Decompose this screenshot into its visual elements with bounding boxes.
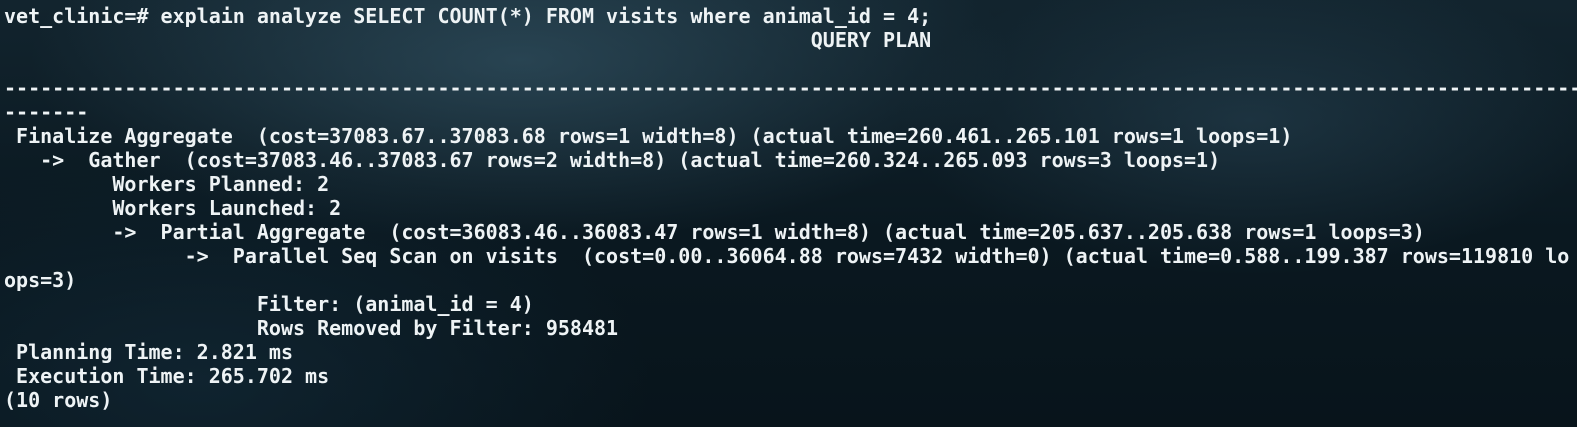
execution-time-line: Execution Time: 265.702 ms [4,364,330,388]
plan-line: ops=3) [4,268,77,292]
plan-line: Workers Planned: 2 [4,172,330,196]
separator-line: ----------------------------------------… [4,76,1577,100]
plan-line: -> Partial Aggregate (cost=36083.46..360… [4,220,1425,244]
plan-line: Rows Removed by Filter: 958481 [4,316,619,340]
plan-line: -> Parallel Seq Scan on visits (cost=0.0… [4,244,1570,268]
separator-line-wrap: ------- [4,100,89,124]
command-line: vet_clinic=# explain analyze SELECT COUN… [0,4,1577,28]
sql-command: explain analyze SELECT COUNT(*) FROM vis… [148,4,932,28]
plan-line: Workers Launched: 2 [4,196,342,220]
plan-line: Filter: (animal_id = 4) [4,292,534,316]
shell-prompt: vet_clinic=# [4,4,149,28]
terminal-window[interactable]: vet_clinic=# explain analyze SELECT COUN… [0,0,1577,427]
planning-time-line: Planning Time: 2.821 ms [4,340,293,364]
row-count-line: (10 rows) [4,388,113,412]
plan-line: -> Gather (cost=37083.46..37083.67 rows=… [4,148,1221,172]
plan-line: Finalize Aggregate (cost=37083.67..37083… [4,124,1293,148]
query-plan-header: QUERY PLAN [4,28,932,52]
